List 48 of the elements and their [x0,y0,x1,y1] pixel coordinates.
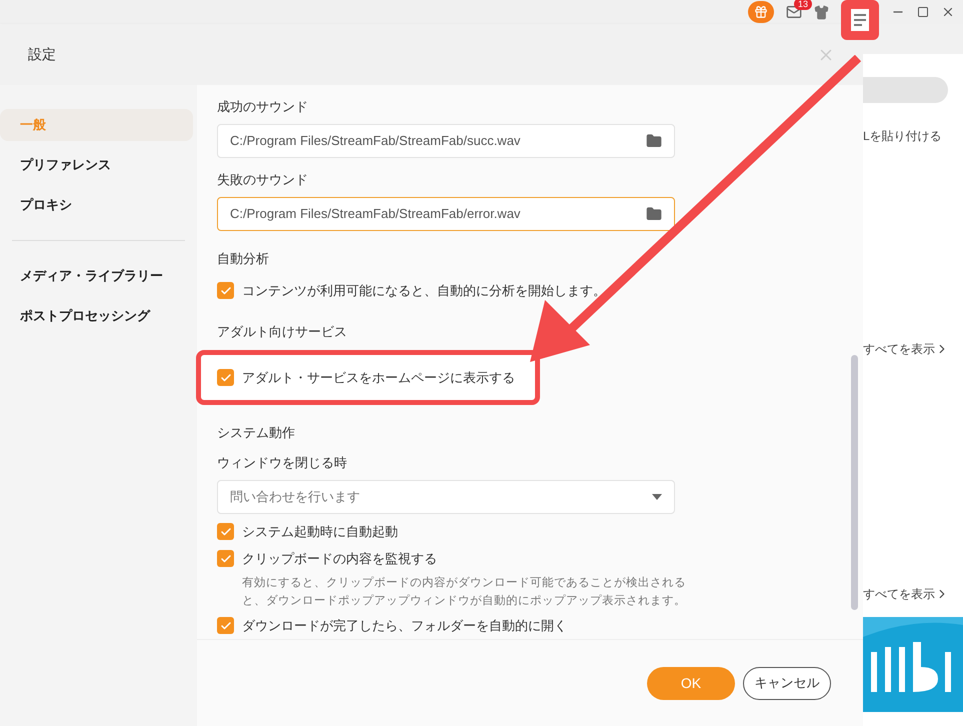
checkbox-label: コンテンツが利用可能になると、自動的に分析を開始します。 [242,282,606,300]
hint-text: 有効にすると、クリップボードの内容がダウンロード可能であることが検出されると、ダウンロードポップアップウィンドウが自動的にポップアップ表示されます。 [241,575,687,609]
checkbox[interactable] [217,550,234,567]
folder-icon[interactable] [646,206,662,222]
path-value: C:/Program Files/StreamFab/StreamFab/succ.wav [230,132,520,150]
path-field[interactable]: C:/Program Files/StreamFab/StreamFab/error.wav [217,197,675,231]
checkbox[interactable] [217,369,234,386]
checkbox[interactable] [217,523,234,540]
sidebar-item[interactable]: メディア・ライブラリー [0,260,193,292]
checkbox-label: アダルト・サービスをホームページに表示する [242,368,515,387]
dialog-title: 設定 [28,45,56,64]
dropdown[interactable]: 問い合わせを行います [217,480,675,514]
shirt-icon[interactable] [814,4,829,20]
checkbox-label: クリップボードの内容を監視する [242,550,437,568]
checkbox[interactable] [217,282,234,299]
check-icon [220,620,232,632]
view-all-link[interactable]: すべてを表示 [863,340,963,358]
field-label: 失敗のサウンド [217,172,309,188]
folder-icon[interactable] [646,133,662,149]
sidebar-item[interactable]: プロキシ [0,189,193,221]
checkbox-label: システム起動時に自動起動 [242,522,398,541]
view-all-link[interactable]: すべてを表示 [863,585,963,603]
notification-count: 13 [794,0,812,10]
checkbox-label: ダウンロードが完了したら、フォルダーを自動的に開く [242,616,567,635]
section-heading: アダルト向けサービス [217,324,348,340]
scrollbar[interactable] [851,355,858,610]
field-label: ウィンドウを閉じる時 [217,455,348,471]
field-label: 成功のサウンド [217,99,309,115]
sidebar-item[interactable]: プリファレンス [0,149,193,181]
maximize-icon[interactable] [917,6,929,18]
section-heading: システム動作 [217,425,296,441]
search-field[interactable] [863,77,948,103]
paste-hint: Lを貼り付ける [863,128,943,145]
path-field[interactable]: C:/Program Files/StreamFab/StreamFab/succ.wav [217,124,675,158]
check-icon [220,552,232,564]
section-heading: 自動分析 [217,251,270,267]
checkbox[interactable] [217,617,234,634]
check-icon [220,372,232,384]
gift-icon[interactable] [748,1,774,23]
path-value: C:/Program Files/StreamFab/StreamFab/error.wav [230,205,520,224]
close-icon[interactable] [941,5,955,19]
dropdown-value: 問い合わせを行います [230,488,360,506]
check-icon [220,284,232,296]
cancel-button[interactable]: キャンセル [743,666,831,700]
menu-icon[interactable] [841,0,879,40]
check-icon [220,526,232,538]
sidebar-item[interactable]: ポストプロセッシング [0,300,193,332]
caret-icon [652,494,662,500]
